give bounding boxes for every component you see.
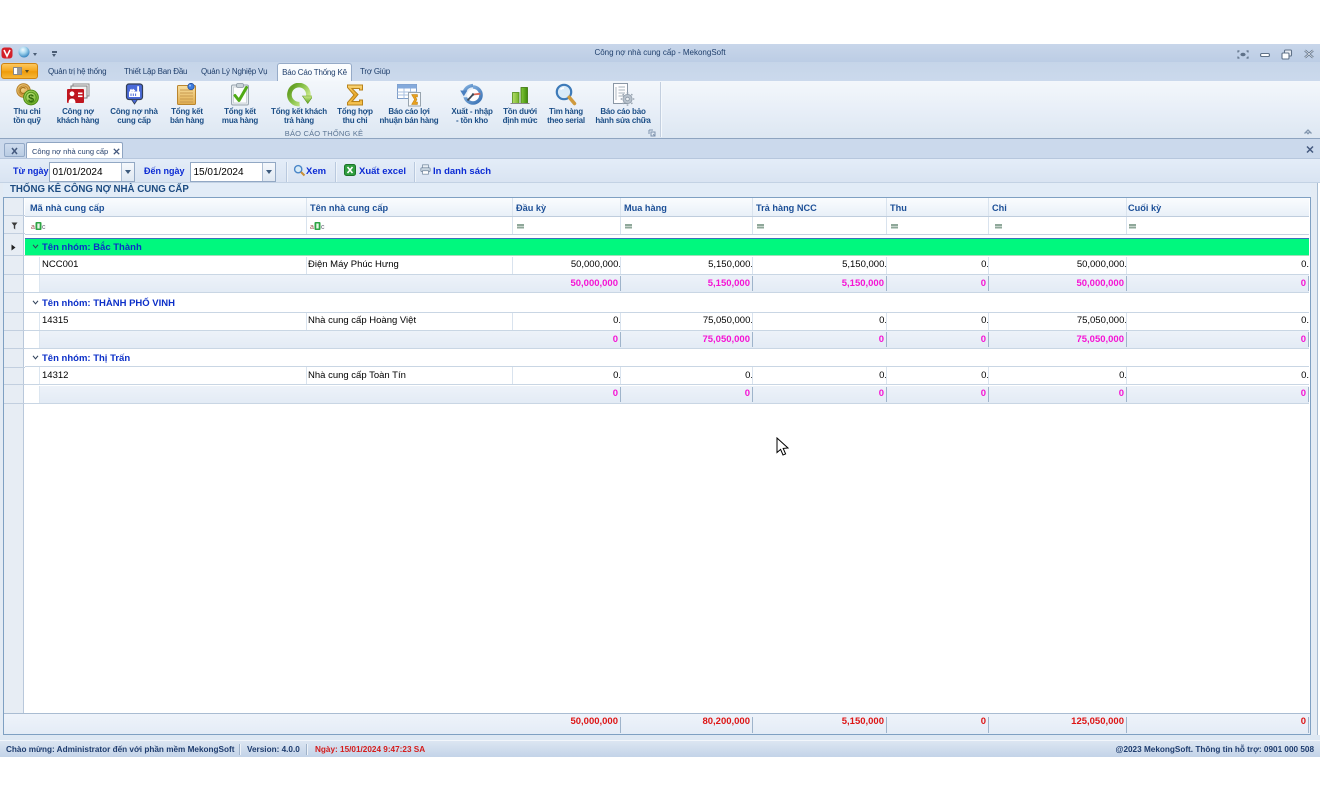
svg-text:a: a bbox=[310, 224, 314, 231]
svg-text:a: a bbox=[31, 224, 35, 231]
svg-text:c: c bbox=[321, 224, 325, 231]
svg-text:c: c bbox=[42, 224, 46, 231]
svg-text:$: $ bbox=[28, 93, 34, 105]
